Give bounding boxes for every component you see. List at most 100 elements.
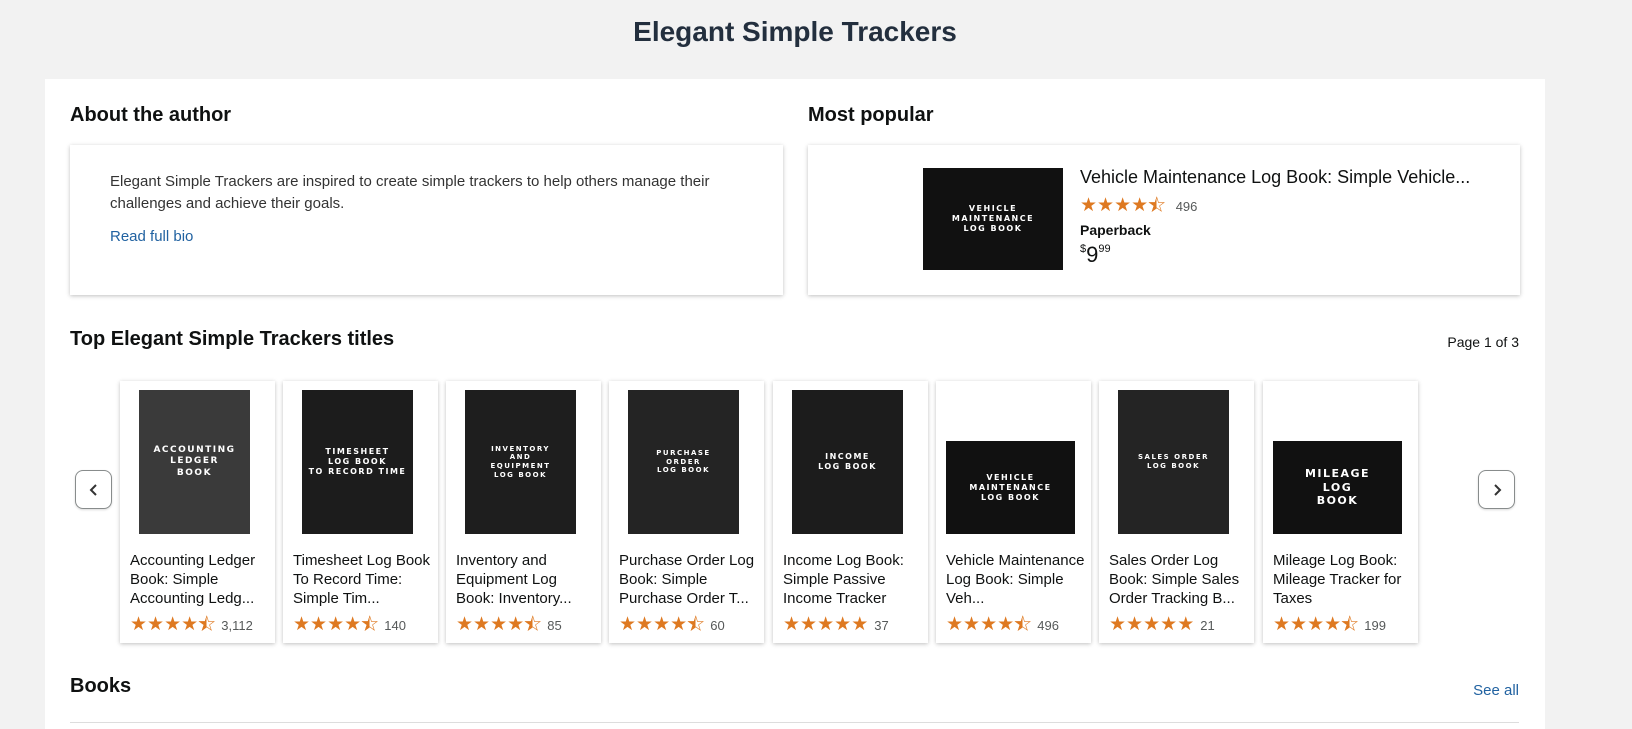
book-cover[interactable]: PURCHASE ORDER LOG BOOK <box>628 390 739 534</box>
star-icon: ★ <box>834 613 852 635</box>
most-popular-rating[interactable]: ★ ★ ★ ★ ★ 496 <box>1080 194 1198 216</box>
star-icon: ★ <box>1131 194 1149 216</box>
star-rating: ★ ★ ★ ★ ★ <box>130 613 216 635</box>
book-title[interactable]: Inventory and Equipment Log Book: Invent… <box>456 551 596 608</box>
book-rating[interactable]: ★ ★ ★ ★ ★ 21 <box>1109 615 1215 635</box>
book-rating[interactable]: ★ ★ ★ ★ ★ 3,112 <box>130 613 253 635</box>
star-rating: ★ ★ ★ ★ ★ <box>1109 613 1194 635</box>
book-cover[interactable]: MILEAGE LOG BOOK <box>1273 441 1402 534</box>
star-icon: ★ <box>1273 613 1291 635</box>
rating-count: 85 <box>547 618 562 633</box>
book-title[interactable]: Vehicle Maintenance Log Book: Simple Veh… <box>946 551 1086 608</box>
book-title[interactable]: Timesheet Log Book To Record Time: Simpl… <box>293 551 433 608</box>
book-card[interactable]: PURCHASE ORDER LOG BOOK Purchase Order Lo… <box>609 381 764 643</box>
book-card[interactable]: INVENTORY AND EQUIPMENT LOG BOOK Inventor… <box>446 381 601 643</box>
star-icon: ★ <box>327 613 345 635</box>
price-symbol: $ <box>1080 242 1087 255</box>
star-icon: ★ <box>1160 613 1178 635</box>
star-rating: ★ ★ ★ ★ ★ <box>619 613 705 635</box>
star-icon: ★ <box>817 613 835 635</box>
top-titles-heading: Top Elegant Simple Trackers titles <box>70 328 395 350</box>
book-card[interactable]: ACCOUNTING LEDGER BOOK Accounting Ledger … <box>120 381 275 643</box>
star-icon: ★ <box>507 613 525 635</box>
star-icon: ★ <box>1307 613 1325 635</box>
star-icon: ★ <box>1341 613 1359 635</box>
star-icon: ★ <box>310 613 328 635</box>
star-icon: ★ <box>344 613 362 635</box>
rating-count: 21 <box>1200 618 1215 633</box>
see-all-link[interactable]: See all <box>1473 682 1519 699</box>
book-rating[interactable]: ★ ★ ★ ★ ★ 37 <box>783 615 889 635</box>
book-rating[interactable]: ★ ★ ★ ★ ★ 85 <box>456 613 562 635</box>
book-price: $999 <box>1080 242 1111 268</box>
book-title[interactable]: Sales Order Log Book: Simple Sales Order… <box>1109 551 1249 608</box>
star-icon: ★ <box>653 613 671 635</box>
rating-count: 496 <box>1037 618 1059 633</box>
book-cover[interactable]: ACCOUNTING LEDGER BOOK <box>139 390 250 534</box>
books-heading: Books <box>70 675 132 697</box>
read-full-bio-link[interactable]: Read full bio <box>110 228 193 245</box>
book-cover[interactable]: TIMESHEET LOG BOOK TO RECORD TIME <box>302 390 413 534</box>
star-icon: ★ <box>1290 613 1308 635</box>
page-indicator: Page 1 of 3 <box>1447 334 1519 350</box>
star-icon: ★ <box>473 613 491 635</box>
book-title[interactable]: Accounting Ledger Book: Simple Accountin… <box>130 551 270 608</box>
book-card[interactable]: SALES ORDER LOG BOOK Sales Order Log Book… <box>1099 381 1254 643</box>
book-title[interactable]: Income Log Book: Simple Passive Income T… <box>783 551 923 608</box>
star-icon: ★ <box>181 613 199 635</box>
book-cover[interactable]: VEHICLE MAINTENANCE LOG BOOK <box>946 441 1075 534</box>
most-popular-book-cover[interactable]: VEHICLE MAINTENANCE LOG BOOK <box>923 168 1063 270</box>
star-icon: ★ <box>524 613 542 635</box>
book-rating[interactable]: ★ ★ ★ ★ ★ 199 <box>1273 613 1386 635</box>
star-icon: ★ <box>946 613 964 635</box>
star-icon: ★ <box>963 613 981 635</box>
star-icon: ★ <box>164 613 182 635</box>
book-format: Paperback <box>1080 222 1151 238</box>
star-icon: ★ <box>1148 194 1166 216</box>
star-icon: ★ <box>147 613 165 635</box>
star-icon: ★ <box>456 613 474 635</box>
book-card[interactable]: VEHICLE MAINTENANCE LOG BOOK Vehicle Main… <box>936 381 1091 643</box>
most-popular-title[interactable]: Vehicle Maintenance Log Book: Simple Veh… <box>1080 167 1470 188</box>
star-icon: ★ <box>687 613 705 635</box>
star-icon: ★ <box>636 613 654 635</box>
book-card[interactable]: TIMESHEET LOG BOOK TO RECORD TIME Timeshe… <box>283 381 438 643</box>
most-popular-heading: Most popular <box>808 104 934 126</box>
rating-count: 199 <box>1364 618 1386 633</box>
rating-count: 140 <box>384 618 406 633</box>
star-icon: ★ <box>851 613 869 635</box>
star-icon: ★ <box>1143 613 1161 635</box>
about-card: Elegant Simple Trackers are inspired to … <box>70 145 783 295</box>
book-card[interactable]: INCOME LOG BOOK Income Log Book: Simple P… <box>773 381 928 643</box>
star-icon: ★ <box>1126 613 1144 635</box>
rating-count: 60 <box>710 618 725 633</box>
book-title[interactable]: Purchase Order Log Book: Simple Purchase… <box>619 551 759 608</box>
star-rating: ★ ★ ★ ★ ★ <box>946 613 1032 635</box>
star-icon: ★ <box>361 613 379 635</box>
chevron-left-icon <box>89 483 97 496</box>
book-rating[interactable]: ★ ★ ★ ★ ★ 140 <box>293 613 406 635</box>
most-popular-card[interactable]: VEHICLE MAINTENANCE LOG BOOK Vehicle Mai… <box>808 145 1520 295</box>
star-icon: ★ <box>198 613 216 635</box>
star-rating: ★ ★ ★ ★ ★ <box>1080 194 1166 216</box>
carousel-prev-button[interactable] <box>75 470 112 509</box>
rating-count: 3,112 <box>221 618 253 633</box>
book-cover[interactable]: INVENTORY AND EQUIPMENT LOG BOOK <box>465 390 576 534</box>
star-rating: ★ ★ ★ ★ ★ <box>456 613 542 635</box>
rating-count: 37 <box>874 618 889 633</box>
book-rating[interactable]: ★ ★ ★ ★ ★ 60 <box>619 613 725 635</box>
book-title[interactable]: Mileage Log Book: Mileage Tracker for Ta… <box>1273 551 1413 608</box>
page-title: Elegant Simple Trackers <box>633 16 957 47</box>
book-cover[interactable]: INCOME LOG BOOK <box>792 390 903 534</box>
star-icon: ★ <box>1109 613 1127 635</box>
book-cover[interactable]: SALES ORDER LOG BOOK <box>1118 390 1229 534</box>
carousel-next-button[interactable] <box>1478 470 1515 509</box>
star-icon: ★ <box>1114 194 1132 216</box>
book-rating[interactable]: ★ ★ ★ ★ ★ 496 <box>946 613 1059 635</box>
price-fraction: 99 <box>1098 242 1111 255</box>
rating-count: 496 <box>1175 199 1198 214</box>
star-rating: ★ ★ ★ ★ ★ <box>1273 613 1359 635</box>
price-whole: 9 <box>1086 242 1099 267</box>
star-icon: ★ <box>980 613 998 635</box>
book-card[interactable]: MILEAGE LOG BOOK Mileage Log Book: Mileag… <box>1263 381 1418 643</box>
